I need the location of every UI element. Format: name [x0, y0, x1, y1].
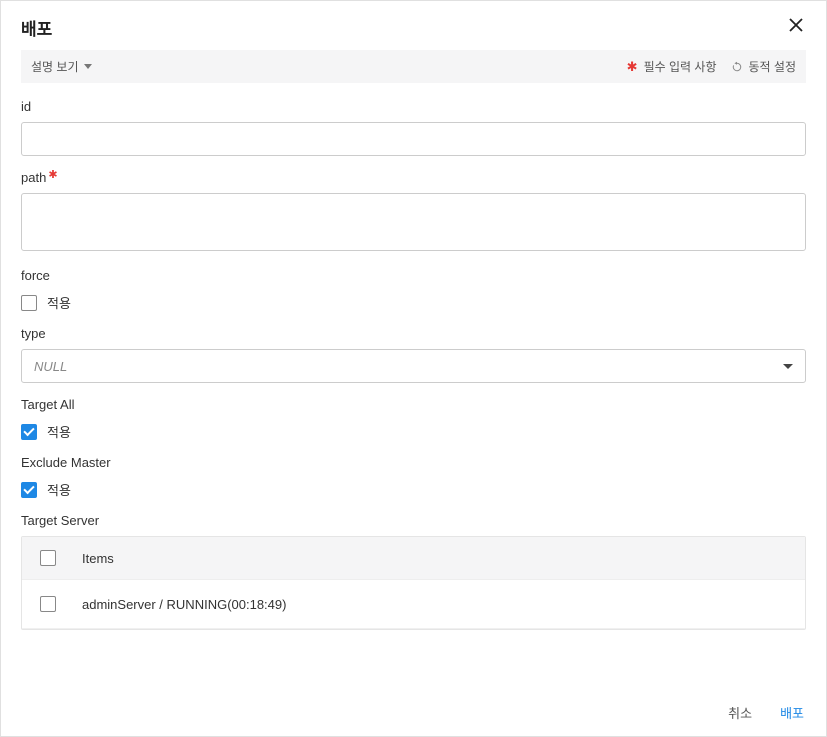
cancel-button[interactable]: 취소: [728, 703, 752, 722]
type-select[interactable]: NULL: [21, 349, 806, 383]
required-legend-label: 필수 입력 사항: [644, 58, 717, 75]
exclude-master-checkbox[interactable]: [21, 482, 37, 498]
asterisk-icon: ✱: [627, 59, 638, 75]
toolbar: 설명 보기 ✱ 필수 입력 사항 동적 설정: [21, 50, 806, 83]
dialog-footer: 취소 배포: [1, 689, 826, 736]
exclude-master-checkbox-row: 적용: [21, 480, 806, 499]
target-all-label: Target All: [21, 397, 806, 412]
target-all-checkbox-label: 적용: [47, 422, 71, 441]
force-checkbox-label: 적용: [47, 293, 71, 312]
submit-button[interactable]: 배포: [780, 703, 804, 722]
exclude-master-checkbox-label: 적용: [47, 480, 71, 499]
force-label: force: [21, 268, 806, 283]
dialog-body: id path ✱ force 적용 type NULL Target All …: [1, 83, 826, 689]
close-button[interactable]: [786, 15, 806, 40]
exclude-master-label: Exclude Master: [21, 455, 806, 470]
id-label: id: [21, 99, 806, 114]
table-row: adminServer / RUNNING(00:18:49): [22, 580, 805, 629]
type-label: type: [21, 326, 806, 341]
path-input[interactable]: [21, 193, 806, 251]
target-all-checkbox-row: 적용: [21, 422, 806, 441]
target-server-label: Target Server: [21, 513, 806, 528]
table-select-all-checkbox[interactable]: [40, 550, 56, 566]
dynamic-legend-label: 동적 설정: [749, 58, 797, 75]
table-header-items: Items: [82, 551, 114, 566]
target-server-table: Items adminServer / RUNNING(00:18:49): [21, 536, 806, 630]
target-all-checkbox[interactable]: [21, 424, 37, 440]
force-checkbox-row: 적용: [21, 293, 806, 312]
close-icon: [788, 17, 804, 33]
chevron-down-icon: [783, 364, 793, 369]
deploy-dialog: 배포 설명 보기 ✱ 필수 입력 사항 동적 설정 id path ✱: [0, 0, 827, 737]
refresh-icon: [731, 61, 743, 73]
dialog-header: 배포: [1, 1, 826, 50]
table-row-label: adminServer / RUNNING(00:18:49): [82, 597, 286, 612]
table-row-checkbox[interactable]: [40, 596, 56, 612]
description-toggle-label: 설명 보기: [31, 58, 79, 75]
required-mark: ✱: [48, 168, 57, 181]
type-select-value: NULL: [34, 359, 67, 374]
path-label: path ✱: [21, 170, 806, 185]
force-checkbox[interactable]: [21, 295, 37, 311]
table-header: Items: [22, 537, 805, 580]
caret-down-icon: [84, 64, 92, 69]
legend: ✱ 필수 입력 사항 동적 설정: [627, 58, 796, 75]
description-toggle[interactable]: 설명 보기: [31, 58, 92, 75]
id-input[interactable]: [21, 122, 806, 156]
dialog-title: 배포: [21, 15, 52, 40]
